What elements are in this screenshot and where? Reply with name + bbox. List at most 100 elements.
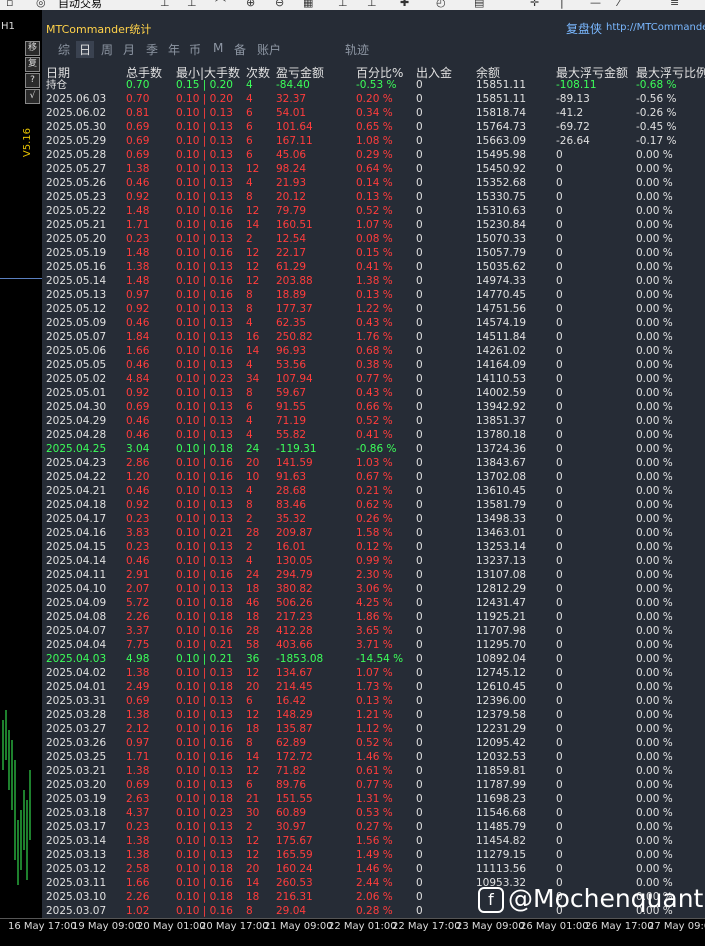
periods-icon[interactable]: ◴ [436, 0, 446, 10]
row-date: 2025.05.02 [46, 373, 107, 385]
row-pnl: 55.82 [276, 429, 307, 441]
row-minmax: 0.10 | 0.13 [176, 541, 233, 553]
tab-day[interactable]: 日 [76, 41, 95, 58]
move-button[interactable]: 移 [25, 41, 40, 56]
row-lots: 1.20 [126, 471, 150, 483]
line-chart-icon[interactable]: ⌒ [215, 0, 226, 10]
row-count: 4 [246, 177, 253, 189]
table-row: 2025.05.09 0.46 0.10 | 0.13 4 62.35 0.43 % 0 14… [42, 316, 705, 330]
row-balance: 13253.14 [476, 541, 527, 553]
copy-button[interactable]: 复 [25, 57, 40, 72]
table-row: 2025.05.19 1.48 0.10 | 0.16 12 22.17 0.15 % 0 1… [42, 246, 705, 260]
row-pnl: 250.82 [276, 331, 313, 343]
row-minmax: 0.10 | 0.16 [176, 737, 233, 749]
row-pct: 0.13 % [356, 695, 393, 707]
zoom-out-icon[interactable]: ⊖ [275, 0, 284, 10]
row-lots: 2.49 [126, 681, 150, 693]
toolbar-icon[interactable]: ◎ [36, 0, 46, 10]
row-max-dd-pct: 0.00 % [636, 863, 673, 875]
row-pnl: 160.24 [276, 863, 313, 875]
candle-chart-icon[interactable]: ⊥ [187, 0, 197, 10]
row-max-dd-pct: 0.00 % [636, 625, 673, 637]
tab-symbol[interactable]: 币 [189, 41, 201, 58]
row-max-dd-pct: 0.00 % [636, 177, 673, 189]
row-count: 6 [246, 695, 253, 707]
table-row: 2025.04.30 0.69 0.10 | 0.13 6 91.55 0.66 % 0 13… [42, 400, 705, 414]
row-date: 2025.04.16 [46, 527, 107, 539]
table-row: 2025.05.29 0.69 0.10 | 0.13 6 167.11 1.08 % 0 1… [42, 134, 705, 148]
brand-link[interactable]: 复盘侠 [566, 20, 602, 37]
table-row: 2025.03.26 0.97 0.10 | 0.16 8 62.89 0.52 % 0 12… [42, 736, 705, 750]
table-row: 2025.06.03 0.70 0.10 | 0.20 4 32.37 0.20 % 0 15… [42, 92, 705, 106]
tile-windows-icon[interactable]: ▦ [303, 0, 313, 10]
row-deposit: 0 [416, 219, 423, 231]
tab-trace[interactable]: 轨迹 [345, 41, 369, 58]
row-count: 8 [246, 387, 253, 399]
row-count: 4 [246, 93, 253, 105]
axis-tick-label: 19 May 09:00 [72, 921, 141, 932]
tab-magic[interactable]: M [213, 41, 223, 55]
fibo-icon[interactable]: ≡ [670, 0, 679, 10]
row-pnl: 62.35 [276, 317, 307, 329]
row-pct: 4.25 % [356, 597, 393, 609]
stats-panel: MTCommander统计 复盘侠 http://MTCommander.c 综… [42, 10, 705, 918]
row-max-dd: 0 [556, 695, 563, 707]
crosshair-icon[interactable]: ✛ [530, 0, 539, 10]
row-max-dd-pct: 0.00 % [636, 163, 673, 175]
row-minmax: 0.10 | 0.21 [176, 639, 233, 651]
row-minmax: 0.10 | 0.16 [176, 457, 233, 469]
row-pnl: 214.45 [276, 681, 313, 693]
tab-month[interactable]: 月 [123, 41, 135, 58]
row-max-dd: 0 [556, 611, 563, 623]
row-pct: 0.34 % [356, 107, 393, 119]
bar-chart-icon[interactable]: ⊥ [160, 0, 170, 10]
horizontal-line-icon[interactable]: — [590, 0, 601, 10]
trendline-icon[interactable]: ⁄ [618, 0, 620, 10]
row-max-dd-pct: 0.00 % [636, 191, 673, 203]
row-deposit: 0 [416, 163, 423, 175]
vertical-line-icon[interactable]: | [560, 0, 564, 10]
row-pct: 0.99 % [356, 555, 393, 567]
tab-year[interactable]: 年 [168, 41, 180, 58]
row-max-dd: 0 [556, 331, 563, 343]
row-minmax: 0.10 | 0.13 [176, 485, 233, 497]
chart-shift-icon[interactable]: ⊥ [367, 0, 377, 10]
row-pnl: 32.37 [276, 93, 307, 105]
row-date: 2025.05.19 [46, 247, 107, 259]
tab-account[interactable]: 账户 [257, 41, 281, 58]
row-pnl: 60.89 [276, 807, 307, 819]
tab-week[interactable]: 周 [101, 41, 113, 58]
row-minmax: 0.10 | 0.13 [176, 583, 233, 595]
row-max-dd-pct: 0.00 % [636, 639, 673, 651]
row-pct: 0.62 % [356, 499, 393, 511]
row-date: 2025.04.29 [46, 415, 107, 427]
row-balance: 12610.45 [476, 681, 527, 693]
row-max-dd: 0 [556, 247, 563, 259]
row-max-dd-pct: 0.00 % [636, 527, 673, 539]
tab-quarter[interactable]: 季 [146, 41, 158, 58]
confirm-button[interactable]: √ [25, 89, 40, 104]
row-lots: 2.26 [126, 611, 150, 623]
row-max-dd-pct: 0.00 % [636, 331, 673, 343]
row-max-dd: 0 [556, 345, 563, 357]
zoom-in-icon[interactable]: ⊕ [246, 0, 255, 10]
help-button[interactable]: ? [25, 73, 40, 88]
row-deposit: 0 [416, 723, 423, 735]
table-row: 2025.04.22 1.20 0.10 | 0.16 10 91.63 0.67 % 0 1… [42, 470, 705, 484]
indicators-icon[interactable]: ✚ [400, 0, 409, 10]
templates-icon[interactable]: ▤ [474, 0, 484, 10]
row-count: 12 [246, 205, 260, 217]
row-minmax: 0.10 | 0.13 [176, 401, 233, 413]
row-deposit: 0 [416, 261, 423, 273]
toolbar-icon[interactable]: ▫ [6, 0, 13, 10]
tab-summary[interactable]: 综 [58, 41, 70, 58]
row-lots: 1.38 [126, 667, 150, 679]
row-pct: 3.71 % [356, 639, 393, 651]
row-lots: 2.86 [126, 457, 150, 469]
url-link[interactable]: http://MTCommander.c [606, 22, 705, 33]
row-balance: 15764.73 [476, 121, 527, 133]
row-pnl: 21.93 [276, 177, 307, 189]
tab-note[interactable]: 备 [234, 41, 246, 58]
table-row: 2025.05.26 0.46 0.10 | 0.13 4 21.93 0.14 % 0 15… [42, 176, 705, 190]
scroll-chart-icon[interactable]: ⊥ [338, 0, 348, 10]
